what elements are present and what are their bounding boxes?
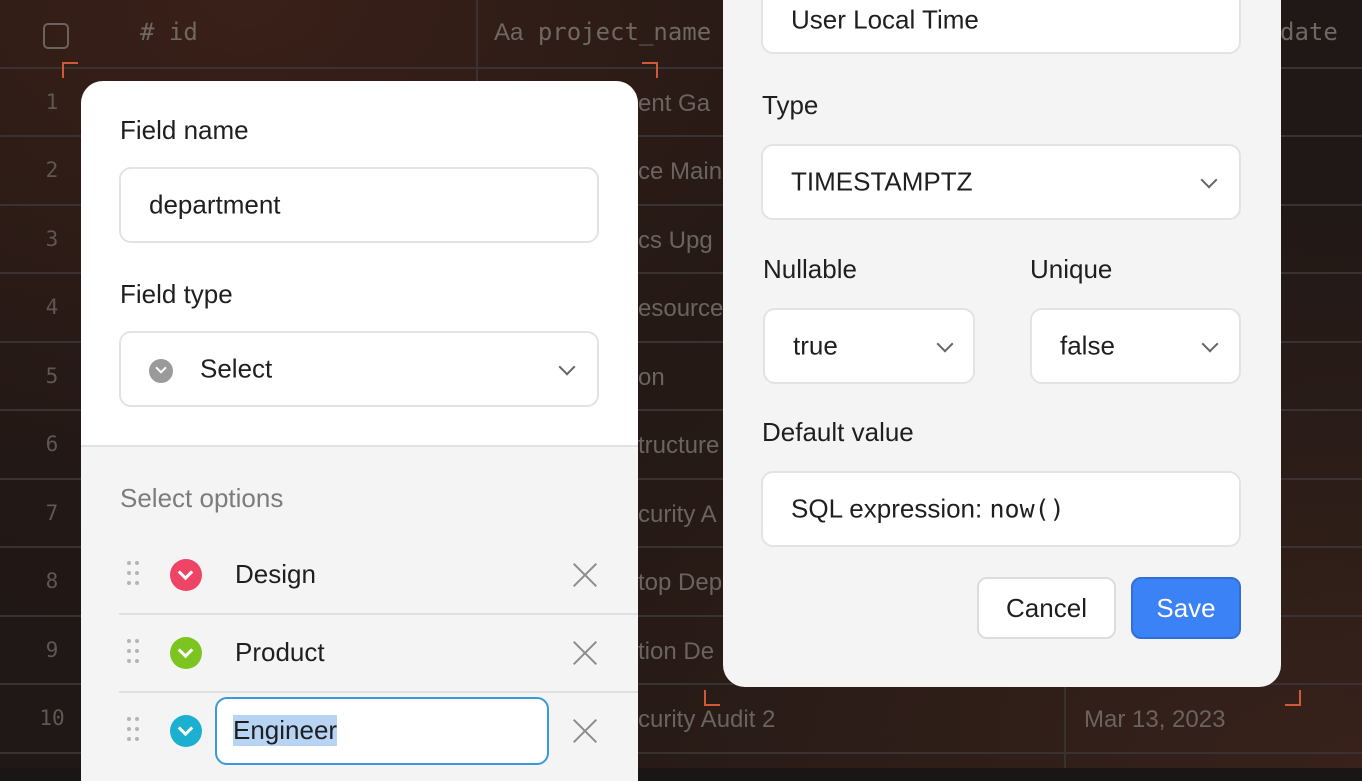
row-number: 10 xyxy=(39,706,65,730)
row-number: 7 xyxy=(45,501,59,525)
chevron-down-icon xyxy=(1200,171,1218,189)
option-color-dot-icon[interactable] xyxy=(170,559,202,591)
project-name-cell[interactable]: ce Main xyxy=(638,158,722,186)
project-name-cell[interactable]: top Dep xyxy=(638,569,722,597)
select-type-icon xyxy=(149,359,173,383)
field-name-input[interactable]: department xyxy=(119,167,599,243)
column-editor-panel: User Local Time Type TIMESTAMPTZ Nullabl… xyxy=(723,0,1281,687)
hash-icon: # xyxy=(140,18,155,46)
column-header-project-name[interactable]: Aa project_name xyxy=(494,18,711,47)
selection-corner xyxy=(642,62,658,78)
selection-corner xyxy=(1285,690,1301,706)
field-editor-panel: Field name department Field type Select … xyxy=(81,81,638,781)
field-type-select[interactable]: Select xyxy=(119,331,599,407)
select-all-checkbox[interactable] xyxy=(43,23,69,49)
row-number: 2 xyxy=(45,158,59,182)
nullable-select[interactable]: true xyxy=(763,308,975,384)
option-row: Product xyxy=(119,615,638,693)
remove-option-icon[interactable] xyxy=(571,561,599,589)
default-value-input[interactable]: SQL expression: now() xyxy=(761,471,1241,547)
save-button[interactable]: Save xyxy=(1131,577,1241,639)
sql-code: now() xyxy=(989,494,1065,524)
row-number: 5 xyxy=(45,364,59,388)
row-number: 8 xyxy=(45,569,59,593)
chevron-down-icon xyxy=(558,358,576,376)
drag-handle-icon[interactable] xyxy=(127,561,139,587)
option-row: Design xyxy=(119,537,638,615)
column-header-date[interactable]: date xyxy=(1280,18,1338,46)
date-cell[interactable]: Mar 13, 2023 xyxy=(1084,706,1225,734)
option-label[interactable]: Product xyxy=(235,637,325,668)
row-number: 4 xyxy=(45,295,59,319)
type-label: Type xyxy=(762,90,819,120)
select-options-label: Select options xyxy=(120,483,284,513)
unique-select[interactable]: false xyxy=(1030,308,1241,384)
row-number: 6 xyxy=(45,432,59,456)
field-type-label: Field type xyxy=(120,279,233,309)
drag-handle-icon[interactable] xyxy=(127,639,139,665)
cancel-button[interactable]: Cancel xyxy=(977,577,1116,639)
drag-handle-icon[interactable] xyxy=(127,717,139,743)
select-options-section: Select options Design Product Engineer xyxy=(81,445,638,781)
project-name-cell[interactable]: curity A xyxy=(638,501,717,529)
project-name-cell[interactable]: ent Ga xyxy=(638,90,710,118)
option-label-input[interactable]: Engineer xyxy=(215,697,549,765)
project-name-cell[interactable]: curity Audit 2 xyxy=(638,706,775,734)
field-name-label: Field name xyxy=(120,115,249,145)
column-name-input[interactable]: User Local Time xyxy=(761,0,1241,54)
row-number: 9 xyxy=(45,638,59,662)
text-type-icon: Aa xyxy=(494,19,524,46)
project-name-cell[interactable]: tion De xyxy=(638,638,714,666)
project-name-cell[interactable]: esource xyxy=(638,295,723,323)
remove-option-icon[interactable] xyxy=(571,639,599,667)
project-name-cell[interactable]: tructure xyxy=(638,432,719,460)
option-row: Engineer xyxy=(119,693,638,769)
remove-option-icon[interactable] xyxy=(571,717,599,745)
row-number: 1 xyxy=(45,90,59,114)
type-select[interactable]: TIMESTAMPTZ xyxy=(761,144,1241,220)
default-value-label: Default value xyxy=(762,417,914,447)
column-header-id[interactable]: # id xyxy=(140,18,198,46)
nullable-label: Nullable xyxy=(763,254,857,284)
row-number: 3 xyxy=(45,227,59,251)
chevron-down-icon xyxy=(936,335,954,353)
unique-label: Unique xyxy=(1030,254,1113,284)
selection-corner xyxy=(704,690,720,706)
option-label[interactable]: Design xyxy=(235,559,316,590)
option-color-dot-icon[interactable] xyxy=(170,715,202,747)
project-name-cell[interactable]: on xyxy=(638,364,665,392)
selection-corner xyxy=(62,62,78,78)
option-color-dot-icon[interactable] xyxy=(170,637,202,669)
project-name-cell[interactable]: cs Upg xyxy=(638,227,713,255)
chevron-down-icon xyxy=(1201,335,1219,353)
